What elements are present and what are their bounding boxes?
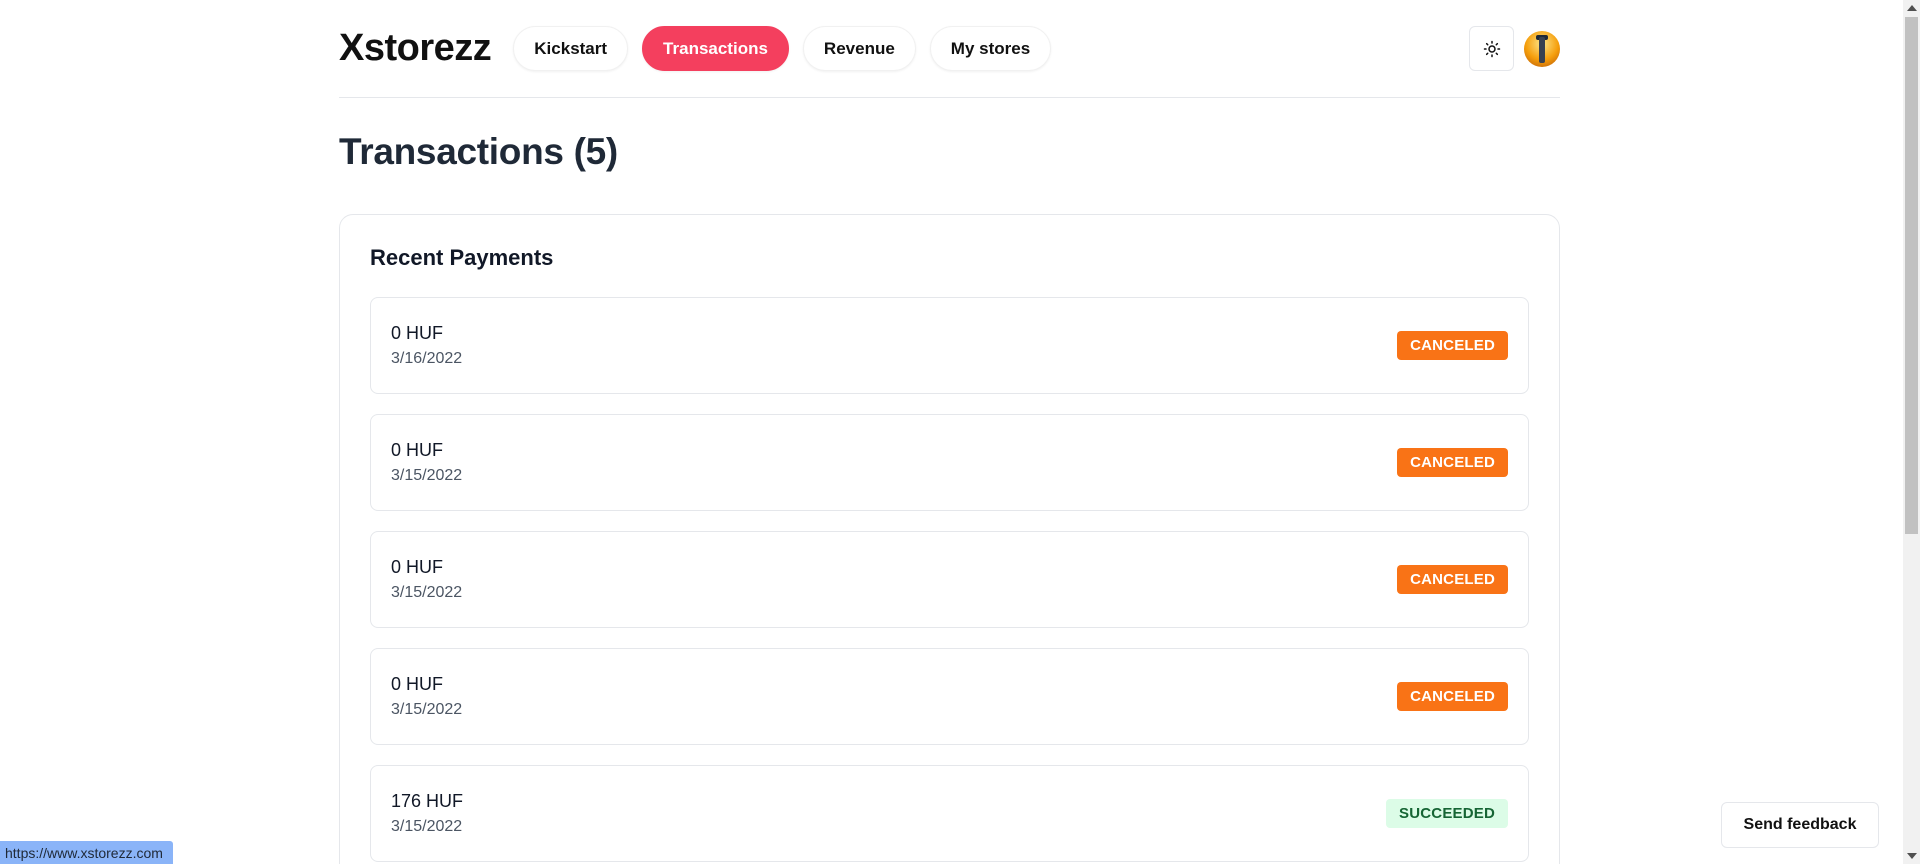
- payment-info: 176 HUF 3/15/2022: [391, 791, 463, 836]
- payment-amount: 0 HUF: [391, 440, 444, 460]
- status-badge: CANCELED: [1397, 565, 1508, 594]
- card-title: Recent Payments: [370, 245, 554, 270]
- theme-toggle-button[interactable]: [1469, 26, 1514, 71]
- app-container: Xstorezz Kickstart Transactions Revenue …: [339, 0, 1560, 864]
- page-title: Transactions (5): [339, 131, 618, 172]
- payment-date: 3/16/2022: [391, 350, 463, 367]
- scroll-thumb[interactable]: [1905, 17, 1918, 534]
- payment-amount: 0 HUF: [391, 674, 444, 694]
- payment-item[interactable]: 176 HUF 3/15/2022 SUCCEEDED: [370, 765, 1529, 862]
- scroll-up-arrow-icon[interactable]: [1907, 5, 1917, 11]
- payment-date: 3/15/2022: [391, 701, 463, 718]
- payment-item[interactable]: 0 HUF 3/16/2022 CANCELED: [370, 297, 1529, 394]
- payment-amount: 176 HUF: [391, 791, 464, 811]
- status-url-bar: https://www.xstorezz.com: [0, 841, 173, 864]
- nav-transactions[interactable]: Transactions: [642, 26, 789, 71]
- header-actions: [1469, 26, 1560, 71]
- payment-item[interactable]: 0 HUF 3/15/2022 CANCELED: [370, 648, 1529, 745]
- payment-info: 0 HUF 3/15/2022: [391, 557, 462, 602]
- scroll-down-arrow-icon[interactable]: [1907, 853, 1917, 859]
- sun-icon: [1483, 40, 1500, 57]
- payment-info: 0 HUF 3/16/2022: [391, 323, 462, 368]
- recent-payments-card: Recent Payments 0 HUF 3/16/2022 CANCELED…: [339, 214, 1560, 864]
- send-feedback-button[interactable]: Send feedback: [1721, 802, 1879, 848]
- status-badge: CANCELED: [1397, 448, 1508, 477]
- payment-date: 3/15/2022: [391, 818, 463, 835]
- payment-info: 0 HUF 3/15/2022: [391, 440, 462, 485]
- user-avatar[interactable]: [1524, 30, 1560, 67]
- payment-info: 0 HUF 3/15/2022: [391, 674, 462, 719]
- payment-item[interactable]: 0 HUF 3/15/2022 CANCELED: [370, 414, 1529, 511]
- status-badge: SUCCEEDED: [1386, 799, 1508, 828]
- status-badge: CANCELED: [1397, 682, 1508, 711]
- page-scrollbar[interactable]: [1903, 0, 1920, 864]
- status-badge: CANCELED: [1397, 331, 1508, 360]
- nav-kickstart[interactable]: Kickstart: [513, 26, 629, 71]
- nav-my-stores[interactable]: My stores: [929, 26, 1052, 71]
- payment-item[interactable]: 0 HUF 3/15/2022 CANCELED: [370, 531, 1529, 628]
- logo[interactable]: Xstorezz: [339, 27, 492, 70]
- payment-amount: 0 HUF: [391, 557, 444, 577]
- payment-date: 3/15/2022: [391, 467, 463, 484]
- main-nav: Kickstart Transactions Revenue My stores: [513, 26, 1052, 71]
- top-header: Xstorezz Kickstart Transactions Revenue …: [339, 0, 1560, 98]
- payment-amount: 0 HUF: [391, 323, 444, 343]
- payment-date: 3/15/2022: [391, 584, 463, 601]
- nav-revenue[interactable]: Revenue: [802, 26, 916, 71]
